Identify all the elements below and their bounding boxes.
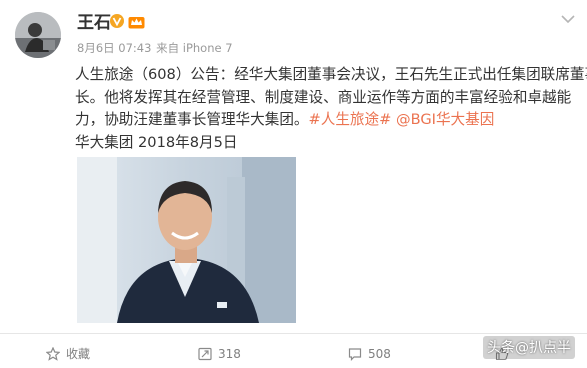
repost-count: 318	[218, 347, 241, 361]
content-line-3-text: 力，协助汪建董事长管理华大集团。	[75, 111, 309, 128]
hashtag-link[interactable]: #人生旅途#	[309, 111, 392, 128]
favorite-label: 收藏	[66, 347, 91, 361]
author-avatar[interactable]	[15, 12, 61, 58]
post-content: 人生旅途（608）公告：经华大集团董事会决议，王石先生正式出任集团联席董事 长。…	[75, 64, 587, 154]
verified-v-icon	[110, 14, 124, 28]
content-line-1: 人生旅途（608）公告：经华大集团董事会决议，王石先生正式出任集团联席董事	[75, 66, 587, 83]
actions-divider	[0, 333, 587, 334]
content-line-2: 长。他将发挥其在经营管理、制度建设、商业运作等方面的丰富经验和卓越能	[75, 88, 572, 106]
author-name[interactable]: 王石	[77, 12, 111, 34]
source-watermark: 头条@扒点半	[483, 336, 575, 359]
post-date: 8月6日 07:43	[77, 41, 152, 55]
post-source-prefix: 来自	[156, 41, 180, 55]
content-signature: 华大集团 2018年8月5日	[75, 133, 238, 151]
mention-link[interactable]: @BGI华大基因	[396, 111, 494, 128]
comment-count: 508	[368, 347, 391, 361]
chevron-down-icon[interactable]	[561, 14, 575, 24]
repost-icon	[198, 347, 212, 361]
post-source-device: iPhone 7	[182, 41, 233, 55]
vip-crown-icon[interactable]	[128, 14, 145, 29]
post-photo[interactable]	[77, 157, 296, 323]
star-icon	[46, 347, 60, 361]
post-meta: 8月6日 07:43 来自 iPhone 7	[77, 41, 233, 55]
comment-icon	[348, 348, 362, 361]
content-line-3: 力，协助汪建董事长管理华大集团。#人生旅途# @BGI华大基因	[75, 109, 575, 132]
weibo-post: 王石 8月6日 07:43 来自 iPhone 7 人生旅途（608）公告：经华…	[0, 0, 587, 368]
